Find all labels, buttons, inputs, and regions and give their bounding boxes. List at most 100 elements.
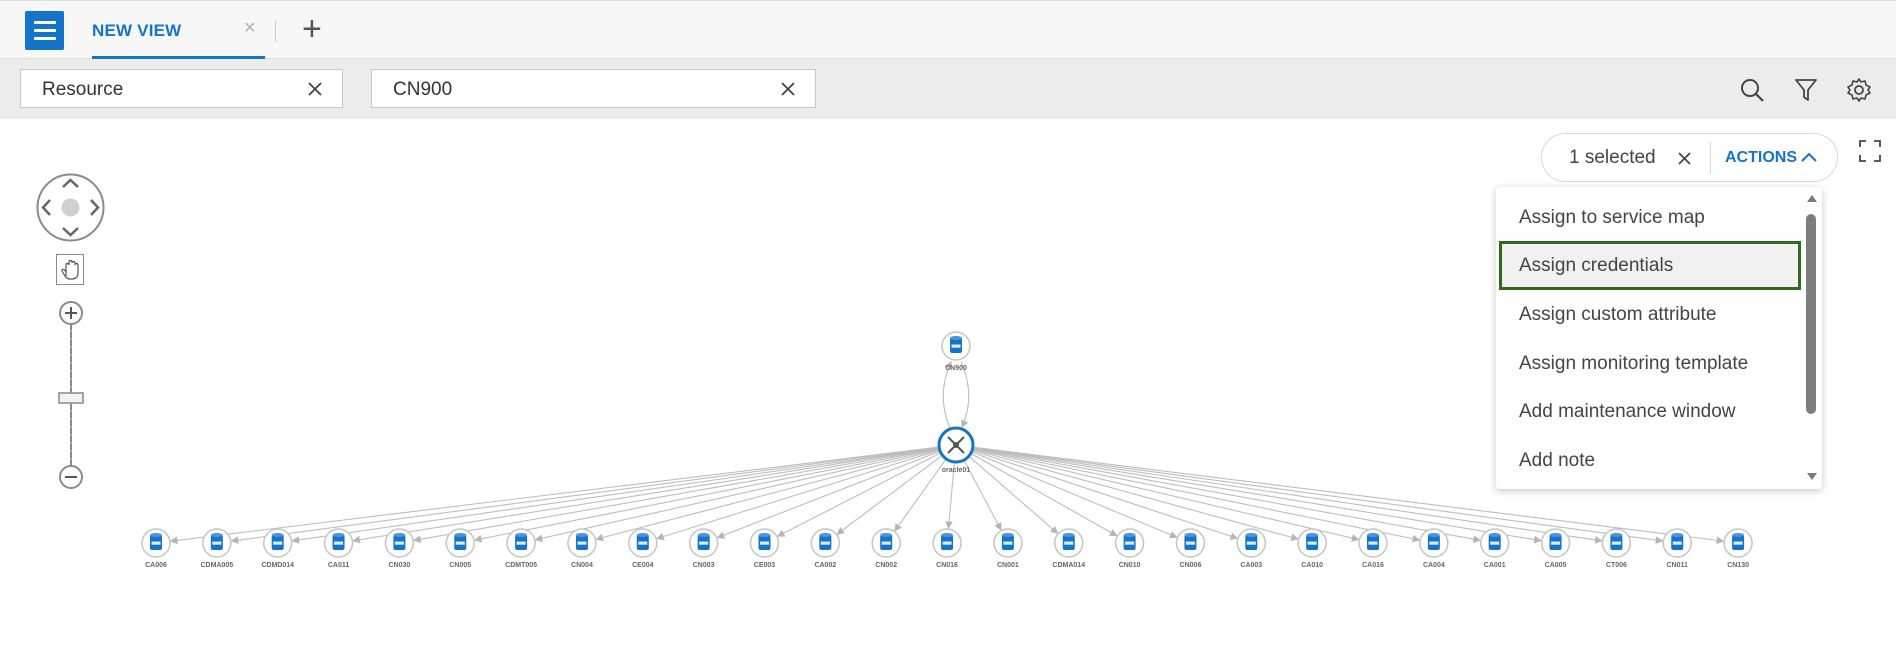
graph-node[interactable]: CA001 [1479, 528, 1510, 569]
node-label: CA011 [328, 562, 350, 569]
graph-node[interactable]: CN010 [1114, 528, 1145, 569]
edge [473, 447, 940, 543]
scroll-up-arrow-icon[interactable] [1807, 195, 1817, 202]
graph-node[interactable]: CN004 [567, 528, 597, 569]
zoom-slider-handle[interactable] [58, 392, 84, 404]
node-label: CA016 [1362, 562, 1384, 569]
database-icon [941, 533, 954, 550]
edge [169, 446, 940, 545]
node-label: CN006 [1180, 562, 1202, 569]
graph-node[interactable]: CA003 [1236, 528, 1267, 569]
tab-label: NEW VIEW [92, 21, 182, 40]
database-icon [950, 336, 962, 353]
graph-node[interactable]: CN006 [1175, 528, 1206, 569]
node-label: CA001 [1484, 562, 1506, 569]
pan-navigation-pad[interactable] [36, 173, 105, 242]
graph-node[interactable]: CN005 [445, 528, 475, 569]
graph-node[interactable]: CA010 [1297, 528, 1327, 569]
menu-item-assign-service-map[interactable]: Assign to service map [1499, 193, 1801, 242]
graph-node[interactable]: CE004 [628, 528, 658, 569]
graph-node[interactable]: CDMT005 [505, 528, 537, 569]
clear-selection-icon[interactable] [1676, 150, 1693, 167]
graph-node[interactable]: CN030 [384, 528, 415, 569]
graph-node[interactable]: CDMA005 [201, 528, 234, 569]
graph-node-top[interactable]: CN900 [941, 331, 971, 372]
clear-filter-icon[interactable] [779, 80, 797, 98]
node-label: CN005 [449, 562, 471, 569]
graph-node[interactable]: CDMD014 [261, 528, 294, 569]
graph-node[interactable]: CA004 [1419, 528, 1449, 569]
menu-item-add-maintenance-window[interactable]: Add maintenance window [1499, 387, 1801, 436]
graph-node[interactable]: CA005 [1540, 528, 1571, 569]
database-icon [1001, 533, 1014, 550]
graph-node[interactable]: CA006 [141, 528, 171, 569]
database-icon [454, 533, 467, 550]
database-icon [1062, 533, 1075, 550]
filter-chip-resource[interactable]: Resource [20, 69, 343, 108]
database-icon [1488, 533, 1501, 550]
graph-node[interactable]: CN011 [1662, 528, 1692, 569]
graph-node[interactable]: CA016 [1358, 528, 1388, 569]
zoom-slider[interactable] [56, 300, 86, 495]
database-icon [393, 533, 406, 550]
database-icon [697, 533, 710, 550]
edge [894, 458, 947, 532]
actions-button[interactable]: ACTIONS [1725, 149, 1797, 167]
node-label: CE003 [754, 562, 776, 569]
tab-close-icon[interactable]: × [244, 17, 256, 40]
graph-node[interactable]: CN001 [993, 528, 1023, 569]
database-icon [758, 533, 771, 550]
selection-bar: 1 selected ACTIONS [1541, 133, 1838, 182]
edge [968, 455, 1059, 534]
database-icon [1245, 533, 1258, 550]
node-label: CN900 [945, 365, 967, 372]
database-icon [880, 533, 893, 550]
graph-node[interactable]: CE003 [749, 528, 780, 569]
filter-chip-name[interactable]: CN900 [371, 69, 816, 108]
database-icon [819, 533, 832, 550]
edge [972, 448, 1360, 542]
edge [971, 449, 1239, 540]
scrollbar-thumb[interactable] [1806, 214, 1816, 414]
tab-separator [275, 20, 276, 42]
hand-tool-icon[interactable] [56, 254, 84, 285]
chevron-up-icon[interactable] [1800, 149, 1818, 165]
edge [972, 448, 1299, 541]
hamburger-menu-icon[interactable] [25, 11, 64, 50]
menu-item-assign-monitoring-template[interactable]: Assign monitoring template [1499, 339, 1801, 388]
graph-node[interactable]: CT006 [1601, 528, 1632, 569]
graph-node[interactable]: CDMA014 [1052, 528, 1085, 569]
graph-node[interactable]: CN003 [688, 528, 719, 569]
graph-node[interactable]: CA002 [810, 528, 841, 569]
node-label: CE004 [632, 562, 654, 569]
node-label: CDMA014 [1052, 562, 1085, 569]
menu-item-assign-custom-attribute[interactable]: Assign custom attribute [1499, 290, 1801, 339]
gear-icon[interactable] [1846, 77, 1872, 103]
menu-scrollbar[interactable] [1802, 187, 1820, 489]
database-icon [1184, 533, 1197, 550]
divider [1710, 142, 1711, 174]
database-icon [1306, 533, 1319, 550]
edge [716, 450, 941, 539]
node-label: CA005 [1545, 562, 1567, 569]
graph-node-selected[interactable]: oracle01 [937, 426, 975, 474]
menu-item-assign-credentials[interactable]: Assign credentials [1499, 241, 1801, 290]
graph-node[interactable]: CN016 [932, 528, 962, 569]
fullscreen-icon[interactable] [1859, 140, 1881, 162]
graph-node[interactable]: CA011 [323, 528, 354, 569]
search-icon[interactable] [1739, 77, 1765, 103]
graph-node[interactable]: CN130 [1723, 528, 1753, 569]
tab-new-view[interactable]: NEW VIEW × [92, 1, 265, 59]
graph-node[interactable]: CN002 [871, 528, 901, 569]
node-label: CN016 [936, 562, 958, 569]
scroll-down-arrow-icon[interactable] [1807, 473, 1817, 480]
database-icon [332, 533, 345, 550]
node-label: CN001 [997, 562, 1019, 569]
database-icon [636, 533, 649, 550]
node-label: CA003 [1240, 562, 1262, 569]
add-tab-button[interactable]: + [302, 12, 322, 46]
menu-item-add-note[interactable]: Add note [1499, 436, 1801, 485]
filter-value: CN900 [393, 79, 453, 100]
clear-filter-icon[interactable] [306, 80, 324, 98]
filter-icon[interactable] [1793, 77, 1819, 103]
